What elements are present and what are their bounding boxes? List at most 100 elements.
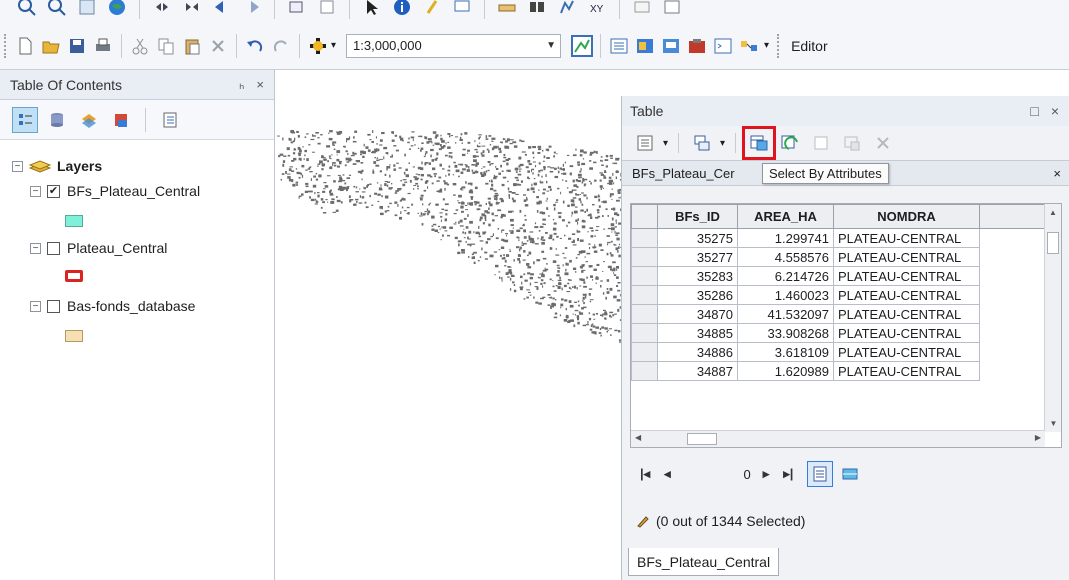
pin-icon[interactable]: ₕ: [239, 77, 244, 93]
zoom-in-icon[interactable]: [14, 0, 40, 20]
table-cell[interactable]: 4.558576: [737, 247, 834, 267]
hyperlink-icon[interactable]: [419, 0, 445, 20]
table-of-contents-icon[interactable]: [606, 33, 632, 59]
table-cell[interactable]: 34885: [657, 323, 738, 343]
table-cell[interactable]: 3.618109: [737, 342, 834, 362]
list-by-drawing-order-icon[interactable]: [12, 106, 38, 133]
map-scale-combobox[interactable]: 1:3,000,000 ▼: [346, 33, 562, 58]
table-cell[interactable]: 1.620989: [737, 361, 834, 381]
related-tables-dropdown-icon[interactable]: ▾: [720, 138, 725, 149]
table-row[interactable]: 35286 1.460023 PLATEAU-CENTRAL: [631, 285, 1044, 305]
layer-visibility-checkbox[interactable]: [47, 241, 60, 255]
scroll-up-icon[interactable]: ▲: [1045, 208, 1061, 217]
add-data-dropdown-icon[interactable]: ▾: [331, 40, 336, 51]
table-cell[interactable]: 35283: [657, 266, 738, 286]
table-row[interactable]: 34887 1.620989 PLATEAU-CENTRAL: [631, 361, 1044, 381]
close-icon[interactable]: ×: [256, 77, 264, 93]
forward-extent-icon[interactable]: [239, 0, 265, 20]
chevron-down-icon[interactable]: ▼: [546, 40, 556, 51]
collapse-icon[interactable]: −: [30, 242, 41, 254]
table-cell[interactable]: 34886: [657, 342, 738, 362]
editor-toolbar-icon[interactable]: [569, 33, 595, 59]
next-record-icon[interactable]: ▸: [763, 466, 770, 482]
copy-icon[interactable]: [153, 33, 179, 59]
select-features-icon[interactable]: [284, 0, 310, 20]
open-folder-icon[interactable]: [38, 33, 64, 59]
table-cell[interactable]: 41.532097: [737, 304, 834, 324]
table-row[interactable]: 34885 33.908268 PLATEAU-CENTRAL: [631, 323, 1044, 343]
measure-icon[interactable]: [494, 0, 520, 20]
list-by-visibility-icon[interactable]: [76, 107, 102, 133]
vertical-scroll-thumb[interactable]: [1047, 232, 1059, 254]
table-cell[interactable]: 1.460023: [737, 285, 834, 305]
paste-icon[interactable]: [179, 33, 205, 59]
table-cell[interactable]: PLATEAU-CENTRAL: [833, 228, 980, 248]
save-icon[interactable]: [64, 33, 90, 59]
column-header[interactable]: BFs_ID: [657, 204, 738, 229]
toolbar-options-icon[interactable]: ▾: [764, 40, 769, 51]
delete-icon[interactable]: [205, 33, 231, 59]
table-row[interactable]: 34886 3.618109 PLATEAU-CENTRAL: [631, 342, 1044, 362]
toc-options-icon[interactable]: [157, 107, 183, 133]
time-slider-icon[interactable]: [629, 0, 655, 20]
layer-symbol-swatch[interactable]: [65, 215, 83, 227]
go-to-xy-icon[interactable]: XY: [584, 0, 610, 20]
table-row[interactable]: 35283 6.214726 PLATEAU-CENTRAL: [631, 266, 1044, 286]
list-by-source-icon[interactable]: [44, 107, 70, 133]
add-data-icon[interactable]: [305, 33, 331, 59]
show-selected-records-icon[interactable]: [837, 461, 863, 487]
column-header[interactable]: AREA_HA: [737, 204, 834, 229]
pan-icon[interactable]: [74, 0, 100, 20]
table-cell[interactable]: 35275: [657, 228, 738, 248]
scroll-down-icon[interactable]: ▼: [1045, 419, 1061, 428]
cut-icon[interactable]: [127, 33, 153, 59]
model-builder-icon[interactable]: [736, 33, 762, 59]
catalog-window-icon[interactable]: [632, 33, 658, 59]
zoom-out-icon[interactable]: [44, 0, 70, 20]
clear-selection-icon[interactable]: [314, 0, 340, 20]
search-window-icon[interactable]: [658, 33, 684, 59]
editor-toolbar-grip[interactable]: [777, 33, 781, 58]
table-cell[interactable]: PLATEAU-CENTRAL: [833, 266, 980, 286]
table-cell[interactable]: PLATEAU-CENTRAL: [833, 361, 980, 381]
table-row[interactable]: 35275 1.299741 PLATEAU-CENTRAL: [631, 228, 1044, 248]
select-by-attributes-button[interactable]: [742, 126, 777, 160]
redo-icon[interactable]: [268, 33, 294, 59]
row-selector-header[interactable]: [631, 204, 658, 229]
layer-visibility-checkbox[interactable]: [47, 299, 60, 313]
layer-item-plateau-central[interactable]: − Plateau_Central: [30, 240, 167, 256]
table-cell[interactable]: PLATEAU-CENTRAL: [833, 304, 980, 324]
collapse-icon[interactable]: −: [12, 160, 23, 172]
table-bottom-tab[interactable]: BFs_Plateau_Central: [628, 548, 780, 576]
html-popup-icon[interactable]: [449, 0, 475, 20]
table-cell[interactable]: 1.299741: [737, 228, 834, 248]
table-cell[interactable]: 35286: [657, 285, 738, 305]
find-route-icon[interactable]: [554, 0, 580, 20]
identify-icon[interactable]: [389, 0, 415, 20]
delete-selected-icon[interactable]: [839, 130, 865, 156]
clear-selection-icon[interactable]: [808, 130, 834, 156]
layer-item-bfs-plateau-central[interactable]: − ✔ BFs_Plateau_Central: [30, 183, 200, 199]
back-extent-icon[interactable]: [209, 0, 235, 20]
find-icon[interactable]: [524, 0, 550, 20]
table-cell[interactable]: PLATEAU-CENTRAL: [833, 285, 980, 305]
layer-symbol-swatch[interactable]: [65, 270, 83, 282]
table-cell[interactable]: PLATEAU-CENTRAL: [833, 323, 980, 343]
table-cell[interactable]: PLATEAU-CENTRAL: [833, 247, 980, 267]
related-tables-icon[interactable]: [689, 130, 715, 156]
show-all-records-icon[interactable]: [807, 461, 834, 487]
table-row[interactable]: 35277 4.558576 PLATEAU-CENTRAL: [631, 247, 1044, 267]
layer-symbol-swatch[interactable]: [65, 330, 83, 342]
layer-visibility-checkbox[interactable]: ✔: [47, 184, 60, 198]
full-extent-icon[interactable]: [104, 0, 130, 20]
editor-menu[interactable]: Editor: [791, 38, 828, 54]
scroll-right-icon[interactable]: ▶: [1035, 433, 1041, 442]
close-icon[interactable]: ×: [1051, 103, 1059, 119]
table-cell[interactable]: 6.214726: [737, 266, 834, 286]
create-viewer-icon[interactable]: [659, 0, 685, 20]
table-options-icon[interactable]: [632, 130, 658, 156]
scroll-left-icon[interactable]: ◀: [635, 433, 641, 442]
fixed-zoom-out-icon[interactable]: [179, 0, 205, 20]
table-options-dropdown-icon[interactable]: ▾: [663, 138, 668, 149]
toolbar-grip[interactable]: [4, 33, 8, 58]
